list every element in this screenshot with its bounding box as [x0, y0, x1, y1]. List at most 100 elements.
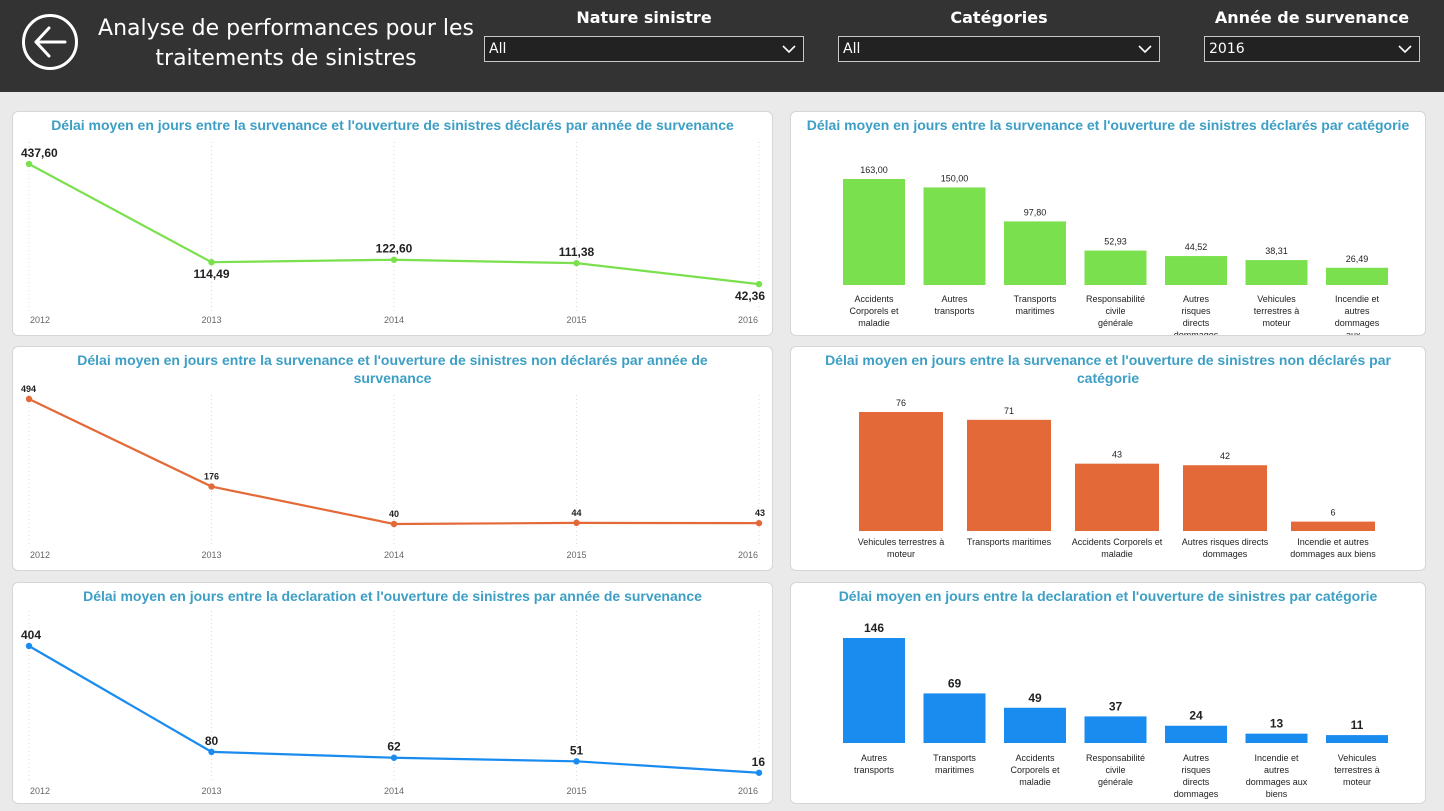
data-point — [390, 520, 398, 528]
slicer-label: Catégories — [950, 8, 1048, 27]
category-label: Vehicules terrestres à moteur — [1254, 294, 1300, 328]
bar-value-label: 76 — [896, 398, 906, 408]
slicer-label: Année de survenance — [1214, 8, 1410, 27]
category-label: Accidents Corporels et maladie — [849, 294, 899, 328]
bar-value-label: 11 — [1351, 718, 1364, 732]
data-point — [390, 754, 398, 761]
bar-value-label: 69 — [948, 676, 962, 690]
slicer-annee-survenance: Année de survenance 2016 — [1204, 6, 1420, 62]
category-label: Vehicules terrestres à moteur — [1334, 753, 1380, 787]
bar-value-label: 150,00 — [941, 173, 969, 183]
bar — [1183, 465, 1267, 531]
data-label: 176 — [204, 472, 219, 482]
category-label: Incendie et autres dommages aux biens — [1290, 537, 1376, 559]
dropdown-value: 2016 — [1209, 41, 1245, 57]
bar — [1291, 521, 1375, 531]
bar — [1165, 725, 1227, 743]
data-point — [390, 256, 398, 263]
bar — [1084, 716, 1147, 743]
category-label: Autres risques directs dommages — [1174, 753, 1219, 799]
bar — [1245, 733, 1308, 743]
category-label: Transports maritimes — [1014, 294, 1057, 316]
data-label: 43 — [755, 508, 765, 518]
bar — [923, 693, 986, 743]
bar — [1004, 221, 1066, 285]
data-point — [573, 758, 580, 765]
category-label: Transports maritimes — [967, 537, 1052, 547]
chart-panel-undeclared-by-year: Délai moyen en jours entre la survenance… — [12, 346, 773, 571]
x-tick-label: 2015 — [566, 550, 586, 560]
category-label: Incendie et autres dommages aux... — [1335, 294, 1380, 336]
data-point — [755, 519, 763, 527]
data-label: 44 — [571, 508, 581, 518]
line-chart-undeclared-by-year: 494 2012 176 2013 40 2014 44 2015 43 2016 — [21, 384, 765, 560]
category-label: Transports maritimes — [933, 753, 976, 775]
data-label: 437,60 — [21, 146, 58, 160]
annee-survenance-dropdown[interactable]: 2016 — [1204, 36, 1420, 62]
bar — [1326, 267, 1388, 285]
data-point — [208, 748, 215, 756]
bar — [1326, 735, 1388, 743]
bar — [843, 638, 905, 743]
back-button[interactable] — [22, 14, 78, 70]
x-tick-label: 2015 — [566, 315, 586, 325]
data-label: 80 — [205, 734, 219, 748]
x-tick-label: 2016 — [738, 550, 758, 560]
data-label: 40 — [389, 509, 399, 519]
bar — [1004, 707, 1066, 743]
bar — [843, 179, 905, 285]
bar — [859, 412, 943, 531]
data-label: 111,38 — [559, 245, 595, 259]
x-tick-label: 2014 — [384, 315, 404, 325]
x-tick-label: 2014 — [384, 786, 404, 796]
bar-value-label: 97,80 — [1024, 207, 1047, 217]
x-tick-label: 2016 — [738, 315, 758, 325]
x-tick-label: 2013 — [201, 315, 221, 325]
category-label: Autres transports — [934, 294, 975, 316]
series-line — [28, 645, 760, 774]
chart-panel-declared-by-year: Délai moyen en jours entre la survenance… — [12, 111, 773, 336]
bar-value-label: 6 — [1330, 508, 1335, 518]
bar — [923, 187, 986, 285]
bar-value-label: 163,00 — [860, 165, 888, 175]
x-tick-label: 2014 — [384, 550, 404, 560]
data-label: 114,49 — [193, 267, 229, 281]
data-point — [573, 519, 580, 527]
arrow-left-icon — [34, 26, 67, 58]
data-point — [755, 769, 763, 776]
slicer-categories: Catégories All — [838, 6, 1160, 62]
slicer-label: Nature sinistre — [576, 8, 712, 27]
categories-dropdown[interactable]: All — [838, 36, 1160, 62]
x-tick-label: 2012 — [30, 786, 50, 796]
category-label: Accidents Corporels et maladie — [1010, 753, 1060, 787]
bar — [1084, 250, 1147, 285]
report-header: Analyse de performances pour les traitem… — [0, 0, 1444, 92]
bar-value-label: 42 — [1220, 451, 1230, 461]
data-label: 62 — [387, 740, 401, 754]
dropdown-value: All — [843, 41, 861, 57]
bottom-strip — [0, 804, 1444, 811]
data-label: 122,60 — [376, 242, 413, 256]
category-label: Autres risques directs dommages — [1182, 537, 1269, 559]
nature-sinistre-dropdown[interactable]: All — [484, 36, 804, 62]
bar-value-label: 38,31 — [1265, 246, 1288, 256]
data-label: 16 — [752, 755, 766, 769]
bar — [1075, 463, 1159, 531]
bar-chart-declared-by-category: 163,00 Accidents Corporels et maladie 150,00… — [843, 165, 1388, 336]
dropdown-value: All — [489, 41, 507, 57]
bar-value-label: 13 — [1270, 717, 1284, 731]
bar-value-label: 44,52 — [1185, 242, 1208, 252]
category-label: Incendie et autres dommages aux biens — [1246, 753, 1308, 799]
data-point — [25, 642, 33, 650]
bar-value-label: 37 — [1109, 699, 1123, 713]
bar-value-label: 71 — [1004, 406, 1014, 416]
bar — [1245, 260, 1308, 285]
chart-panel-declaration-by-year: Délai moyen en jours entre la declaratio… — [12, 582, 773, 804]
chart-panel-undeclared-by-category: Délai moyen en jours entre la survenance… — [790, 346, 1426, 571]
bar-value-label: 24 — [1189, 709, 1203, 723]
bar-value-label: 49 — [1028, 691, 1042, 705]
data-label: 494 — [21, 384, 36, 394]
slicer-nature-sinistre: Nature sinistre All — [484, 6, 804, 62]
category-label: Autres transports — [854, 753, 895, 775]
category-label: Responsabilité civile générale — [1086, 753, 1145, 787]
